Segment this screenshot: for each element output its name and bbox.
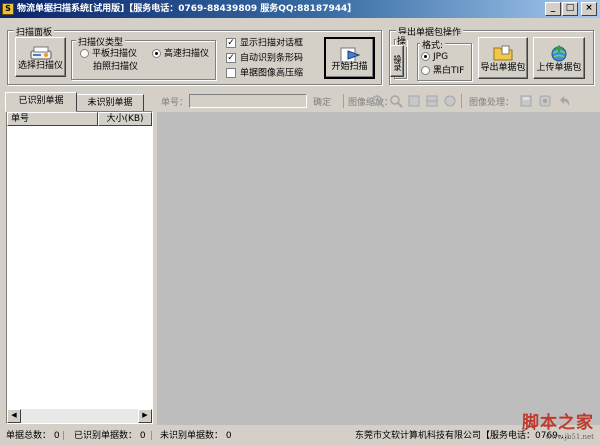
start-scan-button[interactable]: 开始扫描 bbox=[324, 37, 375, 79]
scan-panel: 扫描面板 选择扫描仪 扫描仪类型 平板扫描仪 高速扫描仪 拍照扫描仪 ✓ 显示扫… bbox=[7, 25, 382, 85]
status-total: 单据总数： 0 bbox=[6, 431, 60, 441]
export-panel: 导出单据包操作 操 操录 格式: JPG 黑白TIF 导出单据包 上传单据包 bbox=[389, 25, 594, 85]
start-scan-label: 开始扫描 bbox=[331, 62, 368, 72]
status-bar: 单据总数： 0 | 已识别单据数： 0 | 未识别单据数： 0 东莞市文软计算机… bbox=[0, 427, 600, 445]
app-window: S 物流单据扫描系统[试用版]【服务电话：0769-88439809 服务QQ:… bbox=[0, 0, 600, 445]
watermark-logo: 脚本之家 www.jb51.net bbox=[522, 408, 594, 441]
select-scanner-button[interactable]: 选择扫描仪 bbox=[15, 37, 66, 77]
close-button[interactable]: × bbox=[581, 2, 597, 16]
window-title: 物流单据扫描系统[试用版]【服务电话：0769-88439809 服务QQ:88… bbox=[17, 4, 357, 14]
confirm-button[interactable]: 确定 bbox=[313, 95, 331, 108]
export-package-label: 导出单据包 bbox=[480, 63, 526, 73]
auto-barcode-checkbox[interactable]: ✓ 自动识别条形码 bbox=[226, 53, 303, 65]
watermark-url: www.jb51.net bbox=[545, 433, 594, 441]
camera-label: 拍照扫描仪 bbox=[93, 62, 139, 72]
actual-size-icon[interactable] bbox=[443, 94, 457, 108]
bw-tif-radio[interactable]: 黑白TIF bbox=[421, 66, 464, 77]
high-compress-label: 单据图像高压缩 bbox=[240, 68, 304, 79]
radio-dot bbox=[421, 66, 430, 75]
document-list[interactable]: 单号 大小(KB) ◀ ▶ bbox=[6, 111, 153, 424]
save-image-icon[interactable] bbox=[519, 94, 533, 108]
zoom-out-icon[interactable] bbox=[389, 94, 403, 108]
radio-dot-selected bbox=[152, 49, 161, 58]
high-compress-checkbox[interactable]: 单据图像高压缩 bbox=[226, 68, 303, 80]
status-divider: | bbox=[150, 431, 154, 441]
tab-unrecognized[interactable]: 未识别单据 bbox=[76, 94, 144, 112]
export-package-button[interactable]: 导出单据包 bbox=[478, 37, 528, 79]
app-icon: S bbox=[2, 3, 14, 15]
title-bar[interactable]: S 物流单据扫描系统[试用版]【服务电话：0769-88439809 服务QQ:… bbox=[0, 0, 600, 18]
tab-recognized[interactable]: 已识别单据 bbox=[5, 92, 77, 112]
column-size[interactable]: 大小(KB) bbox=[98, 112, 152, 126]
format-legend: 格式: bbox=[420, 38, 446, 51]
highspeed-radio[interactable]: 高速扫描仪 bbox=[152, 49, 209, 60]
camera-scanner-label[interactable]: 拍照扫描仪 bbox=[93, 62, 138, 73]
highspeed-label: 高速扫描仪 bbox=[164, 49, 210, 59]
doc-no-label: 单号： bbox=[161, 98, 189, 108]
radio-dot-selected bbox=[421, 52, 430, 61]
checkbox-checked: ✓ bbox=[226, 53, 236, 63]
horizontal-scrollbar[interactable]: ◀ ▶ bbox=[7, 409, 152, 423]
maximize-button[interactable]: □ bbox=[562, 2, 578, 16]
select-scanner-label: 选择扫描仪 bbox=[17, 61, 63, 71]
flatbed-radio[interactable]: 平板扫描仪 bbox=[80, 49, 137, 60]
show-dialog-label: 显示扫描对话框 bbox=[240, 38, 304, 49]
undo-icon[interactable] bbox=[557, 94, 571, 108]
jpg-radio[interactable]: JPG bbox=[421, 52, 448, 63]
status-divider: | bbox=[62, 431, 66, 441]
watermark-text: 脚本之家 bbox=[522, 413, 594, 433]
bw-tif-label: 黑白TIF bbox=[433, 66, 465, 76]
doc-no-input[interactable] bbox=[189, 94, 307, 108]
status-unrecognized: 未识别单据数： 0 bbox=[160, 431, 232, 441]
auto-barcode-label: 自动识别条形码 bbox=[240, 53, 304, 64]
zoom-in-icon[interactable] bbox=[371, 94, 385, 108]
flatbed-label: 平板扫描仪 bbox=[92, 49, 138, 59]
radio-dot bbox=[80, 49, 89, 58]
delete-image-icon[interactable] bbox=[538, 94, 552, 108]
checkbox-unchecked bbox=[226, 68, 236, 78]
separator bbox=[343, 94, 344, 108]
fit-width-icon[interactable] bbox=[407, 94, 421, 108]
image-viewer[interactable] bbox=[157, 112, 600, 425]
scroll-right-icon[interactable]: ▶ bbox=[138, 409, 152, 423]
fit-page-icon[interactable] bbox=[425, 94, 439, 108]
scanner-type-legend: 扫描仪类型 bbox=[76, 35, 126, 48]
separator bbox=[461, 94, 462, 108]
minimize-button[interactable]: _ bbox=[545, 2, 561, 16]
format-group: 格式: JPG 黑白TIF bbox=[417, 38, 472, 81]
upload-package-label: 上传单据包 bbox=[536, 63, 582, 73]
checkbox-checked: ✓ bbox=[226, 38, 236, 48]
scanner-type-group: 扫描仪类型 平板扫描仪 高速扫描仪 拍照扫描仪 bbox=[71, 35, 216, 80]
image-toolbar: 单号： 确定 图像缩放： 图像处理： bbox=[159, 91, 600, 111]
show-dialog-checkbox[interactable]: ✓ 显示扫描对话框 bbox=[226, 38, 303, 50]
jpg-label: JPG bbox=[433, 52, 449, 62]
scroll-left-icon[interactable]: ◀ bbox=[7, 409, 21, 423]
column-doc-no[interactable]: 单号 bbox=[7, 112, 98, 126]
status-recognized: 已识别单据数： 0 bbox=[74, 431, 146, 441]
process-label: 图像处理： bbox=[469, 98, 515, 108]
log-button[interactable]: 操录 bbox=[390, 45, 404, 77]
upload-package-button[interactable]: 上传单据包 bbox=[533, 37, 585, 79]
